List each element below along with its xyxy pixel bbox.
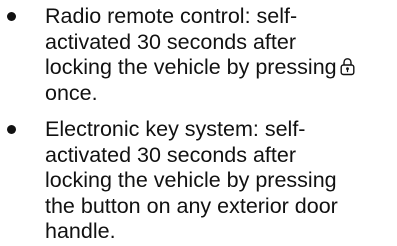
text-line: handle.: [45, 219, 116, 243]
text-line: the button on any exterior door: [45, 193, 338, 218]
text-line: activated 30 seconds after: [45, 29, 296, 54]
list-item-text: Electronic key system: self- activated 3…: [45, 117, 395, 245]
bullet-icon: [7, 12, 16, 21]
text-line: Electronic key system: self-: [45, 117, 306, 141]
lock-button-icon: [339, 57, 356, 76]
bullet-icon: [7, 125, 16, 134]
text-line: locking the vehicle by pressing: [45, 55, 395, 81]
text-line-content: locking the vehicle by pressing: [45, 55, 337, 79]
text-line: locking the vehicle by pressing: [45, 168, 337, 192]
text-line: activated 30 seconds after: [45, 142, 296, 167]
list-item-text: Radio remote control: self- activated 30…: [45, 4, 395, 106]
text-line: Radio remote control: self-: [45, 4, 298, 28]
text-line: once.: [45, 80, 98, 105]
document-page: Radio remote control: self- activated 30…: [0, 0, 397, 246]
